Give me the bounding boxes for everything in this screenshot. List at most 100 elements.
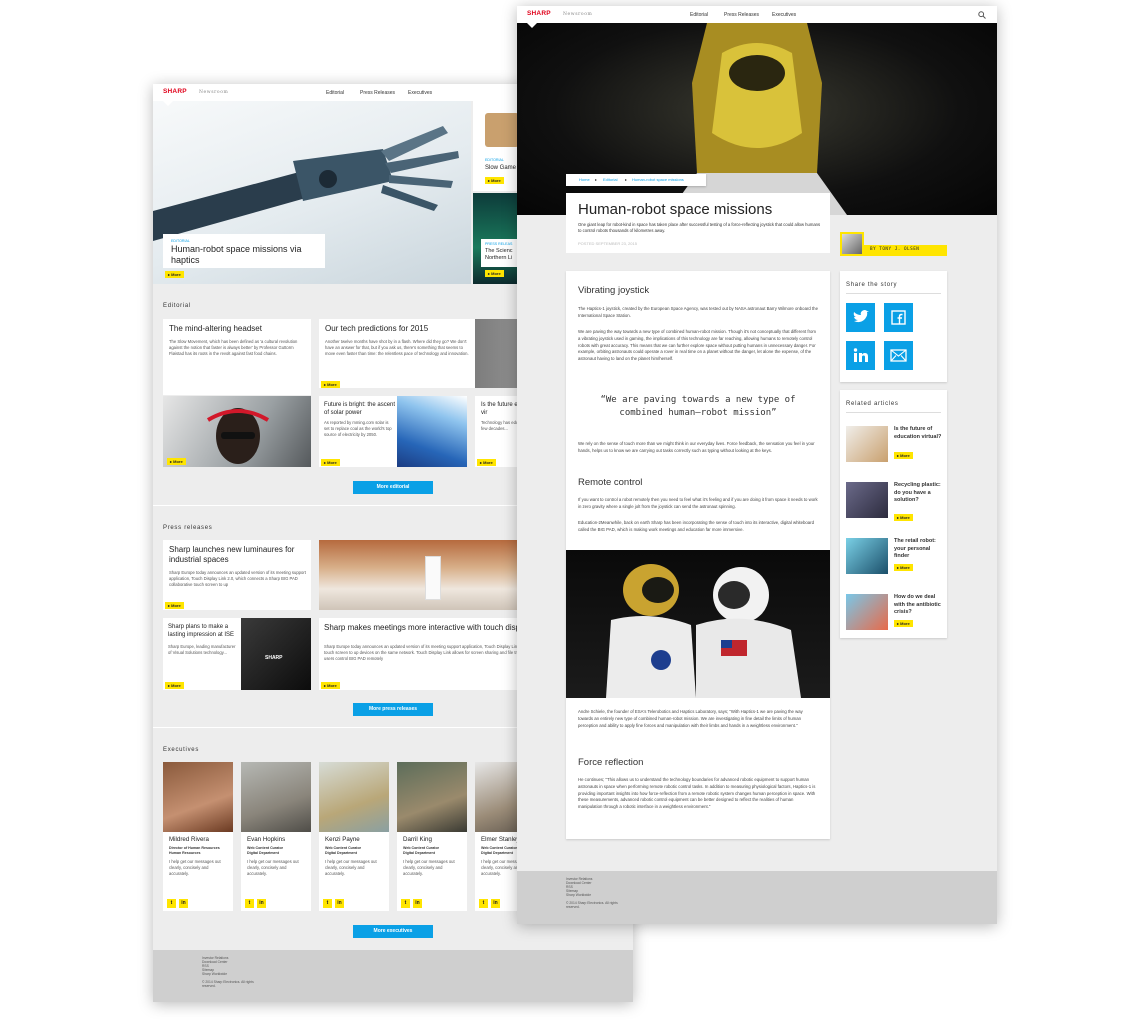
twitter-icon[interactable]: t [479,899,488,908]
nav-executives[interactable]: Executives [408,90,432,96]
linkedin-icon[interactable]: in [179,899,188,908]
share-facebook-button[interactable] [884,303,913,332]
editorial-card-headset[interactable]: The mind-altering headset The Slow Movem… [163,319,311,395]
executive-photo[interactable] [241,762,311,832]
linkedin-icon[interactable]: in [491,899,500,908]
executive-name[interactable]: Elmer Stanley [481,836,520,843]
executive-name[interactable]: Evan Hopkins [247,836,285,843]
footer-link[interactable]: Sharp Worldwide [202,972,227,976]
executive-card[interactable]: Mildred Rivera Director of Human Resourc… [163,762,233,911]
more-editorial-button[interactable]: More editorial [353,481,433,494]
executive-card[interactable]: Darril King Web Content Curator Digital … [397,762,467,911]
article-header-card: Human-robot space missions One giant lea… [566,193,830,253]
robonaut-helmet-image[interactable] [517,23,997,215]
twitter-icon[interactable]: t [245,899,254,908]
side2-title-2[interactable]: Northern Li [485,255,512,262]
author-badge[interactable]: BY TONY J. OLSEN [864,245,947,256]
related-more-button[interactable]: ▸ More [894,620,913,627]
predictions-more-button[interactable]: ▸ More [321,381,340,388]
share-linkedin-button[interactable] [846,341,875,370]
education-more-button[interactable]: ▸ More [477,459,496,466]
related-thumbnail[interactable] [846,538,888,574]
side1-more-button[interactable]: ▸ More [485,177,504,184]
twitter-icon[interactable]: t [323,899,332,908]
headset-photo[interactable]: ▸ More [163,396,311,467]
touch-display-more-button[interactable]: ▸ More [321,682,340,689]
related-article-item[interactable]: Recycling plastic: do you have a solutio… [846,482,941,532]
headset-more-button[interactable]: ▸ More [167,458,186,465]
executive-name[interactable]: Mildred Rivera [169,836,209,843]
display-brand-text: SHARP [265,655,283,661]
nav-editorial[interactable]: Editorial [326,90,344,96]
linkedin-icon[interactable]: in [257,899,266,908]
editorial-card-title[interactable]: Future is bright: the ascent of solar po… [324,401,396,417]
editorial-card-title[interactable]: Our tech predictions for 2015 [325,324,471,334]
hero-robot-hand-image[interactable]: EDITORIAL Human-robot space missions via… [153,101,471,284]
press-card-ise[interactable]: Sharp plans to make a lasting impression… [163,618,241,690]
sharp-logo[interactable]: SHARP [527,10,551,17]
more-executives-button[interactable]: More executives [353,925,433,938]
author-name[interactable]: BY TONY J. OLSEN [870,247,919,253]
author-avatar[interactable] [840,232,864,256]
executive-photo[interactable] [319,762,389,832]
editorial-heading: Editorial [163,303,191,309]
executive-card[interactable]: Evan Hopkins Web Content Curator Digital… [241,762,311,911]
wooden-cube-image [485,113,519,147]
executive-photo[interactable] [397,762,467,832]
breadcrumb-home[interactable]: Home [579,177,590,183]
footer-link[interactable]: Sharp Worldwide [566,893,591,897]
related-more-button[interactable]: ▸ More [894,514,913,521]
related-title[interactable]: Is the future of education virtual? [894,426,942,441]
nav-press-releases[interactable]: Press Releases [360,90,395,96]
editorial-card-title[interactable]: The mind-altering headset [169,324,307,334]
hero-more-button[interactable]: ▸ More [165,271,184,278]
press-card-title[interactable]: Sharp plans to make a lasting impression… [168,623,240,639]
related-more-button[interactable]: ▸ More [894,564,913,571]
solar-more-button[interactable]: ▸ More [321,459,340,466]
editorial-card-predictions[interactable]: Our tech predictions for 2015 Another tw… [319,319,475,388]
executive-department: Digital Department [325,851,357,855]
search-icon[interactable] [978,11,986,19]
hero-caption-card[interactable]: EDITORIAL Human-robot space missions via… [163,234,325,268]
linkedin-icon[interactable]: in [335,899,344,908]
side1-title[interactable]: Slow Game [485,163,516,173]
share-email-button[interactable] [884,341,913,370]
breadcrumb-editorial[interactable]: Editorial [603,177,617,183]
side2-more-button[interactable]: ▸ More [485,270,504,277]
luminaures-more-button[interactable]: ▸ More [165,602,184,609]
nav-editorial[interactable]: Editorial [690,12,708,18]
related-thumbnail[interactable] [846,426,888,462]
executive-name[interactable]: Darril King [403,836,432,843]
related-article-item[interactable]: Is the future of education virtual? ▸ Mo… [846,426,941,476]
press-card-luminaures[interactable]: Sharp launches new luminaures for indust… [163,540,311,610]
more-press-releases-button[interactable]: More press releases [353,703,433,716]
share-twitter-button[interactable] [846,303,875,332]
related-title[interactable]: The retail robot: your personal finder [894,538,942,561]
executive-name[interactable]: Kenzi Payne [325,836,360,843]
linkedin-icon[interactable]: in [413,899,422,908]
related-more-button[interactable]: ▸ More [894,452,913,459]
breadcrumb-current[interactable]: Human-robot space missions [632,177,684,183]
related-title[interactable]: Recycling plastic: do you have a solutio… [894,482,942,505]
editorial-card-solar[interactable]: Future is bright: the ascent of solar po… [319,396,397,467]
executive-card[interactable]: Kenzi Payne Web Content Curator Digital … [319,762,389,911]
press-heading: Press releases [163,525,213,531]
press-card-title[interactable]: Sharp launches new luminaures for indust… [169,545,307,565]
nav-executives[interactable]: Executives [772,12,796,18]
related-article-item[interactable]: The retail robot: your personal finder ▸… [846,538,941,588]
nav-press-releases[interactable]: Press Releases [724,12,759,18]
twitter-icon[interactable]: t [167,899,176,908]
related-thumbnail[interactable] [846,594,888,630]
related-article-item[interactable]: How do we deal with the antibiotic crisi… [846,594,941,644]
solar-panel-image[interactable] [397,396,467,467]
twitter-icon[interactable]: t [401,899,410,908]
sharp-display-image[interactable]: SHARP [241,618,311,690]
hero-title[interactable]: Human-robot space missions via haptics [171,244,321,266]
related-title[interactable]: How do we deal with the antibiotic crisi… [894,594,942,617]
side2-title-1[interactable]: The Scienc [485,248,513,255]
executive-photo[interactable] [163,762,233,832]
ise-more-button[interactable]: ▸ More [165,682,184,689]
related-thumbnail[interactable] [846,482,888,518]
sharp-logo[interactable]: SHARP [163,88,187,95]
robot-astronaut-photo[interactable] [566,550,830,698]
